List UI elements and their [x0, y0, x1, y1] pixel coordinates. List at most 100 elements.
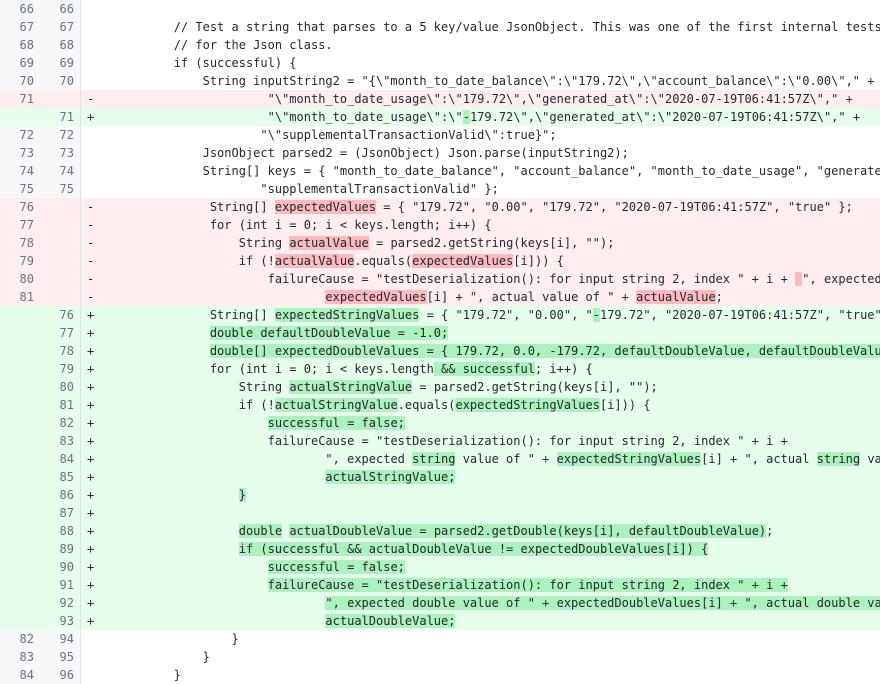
line-number-old[interactable]	[0, 324, 40, 342]
line-number-new[interactable]	[40, 198, 81, 216]
line-number-old[interactable]: 84	[0, 666, 40, 684]
line-number-new[interactable]: 74	[40, 162, 81, 180]
line-number-old[interactable]	[0, 468, 40, 486]
line-number-old[interactable]: 82	[0, 630, 40, 648]
line-number-new[interactable]: 85	[40, 468, 81, 486]
diff-row[interactable]: 91+ failureCause = "testDeserialization(…	[0, 576, 880, 594]
diff-row[interactable]: 76+ String[] expectedStringValues = { "1…	[0, 306, 880, 324]
diff-row[interactable]: 82+ successful = false;	[0, 414, 880, 432]
line-number-new[interactable]: 71	[40, 108, 81, 126]
line-number-old[interactable]	[0, 342, 40, 360]
line-number-new[interactable]: 82	[40, 414, 81, 432]
line-number-old[interactable]	[0, 306, 40, 324]
line-number-new[interactable]: 76	[40, 306, 81, 324]
line-number-old[interactable]: 71	[0, 90, 40, 108]
line-number-old[interactable]	[0, 396, 40, 414]
diff-row[interactable]: 77- for (int i = 0; i < keys.length; i++…	[0, 216, 880, 234]
line-number-new[interactable]: 89	[40, 540, 81, 558]
line-number-new[interactable]	[40, 234, 81, 252]
line-number-new[interactable]: 67	[40, 18, 81, 36]
line-number-new[interactable]: 94	[40, 630, 81, 648]
line-number-new[interactable]: 92	[40, 594, 81, 612]
line-number-new[interactable]: 80	[40, 378, 81, 396]
line-number-old[interactable]	[0, 504, 40, 522]
diff-row[interactable]: 87+	[0, 504, 880, 522]
diff-row[interactable]: 6969 if (successful) {	[0, 54, 880, 72]
line-number-new[interactable]: 96	[40, 666, 81, 684]
line-number-old[interactable]	[0, 612, 40, 630]
diff-row[interactable]: 7070 String inputString2 = "{\"month_to_…	[0, 72, 880, 90]
line-number-new[interactable]	[40, 90, 81, 108]
line-number-old[interactable]: 77	[0, 216, 40, 234]
line-number-old[interactable]	[0, 450, 40, 468]
diff-row[interactable]: 7373 JsonObject parsed2 = (JsonObject) J…	[0, 144, 880, 162]
diff-row[interactable]: 7474 String[] keys = { "month_to_date_ba…	[0, 162, 880, 180]
diff-row[interactable]: 76- String[] expectedValues = { "179.72"…	[0, 198, 880, 216]
diff-row[interactable]: 79- if (!actualValue.equals(expectedValu…	[0, 252, 880, 270]
line-number-old[interactable]	[0, 594, 40, 612]
line-number-new[interactable]	[40, 270, 81, 288]
diff-row[interactable]: 90+ successful = false;	[0, 558, 880, 576]
line-number-new[interactable]: 86	[40, 486, 81, 504]
line-number-new[interactable]: 88	[40, 522, 81, 540]
diff-row[interactable]: 7575 "supplementalTransactionValid" };	[0, 180, 880, 198]
line-number-new[interactable]: 72	[40, 126, 81, 144]
diff-row[interactable]: 93+ actualDoubleValue;	[0, 612, 880, 630]
line-number-new[interactable]	[40, 252, 81, 270]
diff-row[interactable]: 79+ for (int i = 0; i < keys.length && s…	[0, 360, 880, 378]
line-number-old[interactable]	[0, 414, 40, 432]
line-number-new[interactable]: 95	[40, 648, 81, 666]
diff-row[interactable]: 6666	[0, 0, 880, 18]
line-number-new[interactable]: 87	[40, 504, 81, 522]
line-number-new[interactable]	[40, 288, 81, 306]
diff-row[interactable]: 8294 }	[0, 630, 880, 648]
line-number-old[interactable]: 67	[0, 18, 40, 36]
diff-row[interactable]: 80- failureCause = "testDeserialization(…	[0, 270, 880, 288]
line-number-old[interactable]: 73	[0, 144, 40, 162]
line-number-new[interactable]: 83	[40, 432, 81, 450]
diff-row[interactable]: 89+ if (successful && actualDoubleValue …	[0, 540, 880, 558]
line-number-new[interactable]: 81	[40, 396, 81, 414]
line-number-new[interactable]: 70	[40, 72, 81, 90]
diff-row[interactable]: 71+ "\"month_to_date_usage\":\"-179.72\"…	[0, 108, 880, 126]
line-number-new[interactable]: 66	[40, 0, 81, 18]
line-number-old[interactable]	[0, 360, 40, 378]
diff-row[interactable]: 84+ ", expected string value of " + expe…	[0, 450, 880, 468]
diff-row[interactable]: 6767 // Test a string that parses to a 5…	[0, 18, 880, 36]
line-number-new[interactable]: 91	[40, 576, 81, 594]
line-number-old[interactable]: 74	[0, 162, 40, 180]
line-number-new[interactable]: 90	[40, 558, 81, 576]
line-number-old[interactable]: 83	[0, 648, 40, 666]
line-number-old[interactable]: 70	[0, 72, 40, 90]
line-number-old[interactable]	[0, 378, 40, 396]
diff-row[interactable]: 88+ double actualDoubleValue = parsed2.g…	[0, 522, 880, 540]
line-number-old[interactable]: 69	[0, 54, 40, 72]
line-number-new[interactable]: 73	[40, 144, 81, 162]
line-number-old[interactable]: 75	[0, 180, 40, 198]
line-number-old[interactable]	[0, 522, 40, 540]
diff-row[interactable]: 78- String actualValue = parsed2.getStri…	[0, 234, 880, 252]
line-number-new[interactable]: 84	[40, 450, 81, 468]
line-number-new[interactable]: 69	[40, 54, 81, 72]
line-number-old[interactable]: 78	[0, 234, 40, 252]
line-number-old[interactable]: 81	[0, 288, 40, 306]
diff-row[interactable]: 8496 }	[0, 666, 880, 684]
diff-row[interactable]: 6868 // for the Json class.	[0, 36, 880, 54]
line-number-old[interactable]	[0, 486, 40, 504]
diff-row[interactable]: 8395 }	[0, 648, 880, 666]
diff-row[interactable]: 77+ double defaultDoubleValue = -1.0;	[0, 324, 880, 342]
diff-row[interactable]: 86+ }	[0, 486, 880, 504]
line-number-old[interactable]: 72	[0, 126, 40, 144]
diff-row[interactable]: 71- "\"month_to_date_usage\":\"179.72\",…	[0, 90, 880, 108]
line-number-old[interactable]	[0, 108, 40, 126]
line-number-old[interactable]: 68	[0, 36, 40, 54]
diff-row[interactable]: 85+ actualStringValue;	[0, 468, 880, 486]
diff-row[interactable]: 81+ if (!actualStringValue.equals(expect…	[0, 396, 880, 414]
line-number-old[interactable]	[0, 558, 40, 576]
line-number-old[interactable]	[0, 540, 40, 558]
line-number-old[interactable]	[0, 432, 40, 450]
line-number-old[interactable]	[0, 576, 40, 594]
line-number-new[interactable]: 75	[40, 180, 81, 198]
diff-row[interactable]: 83+ failureCause = "testDeserialization(…	[0, 432, 880, 450]
line-number-new[interactable]	[40, 216, 81, 234]
